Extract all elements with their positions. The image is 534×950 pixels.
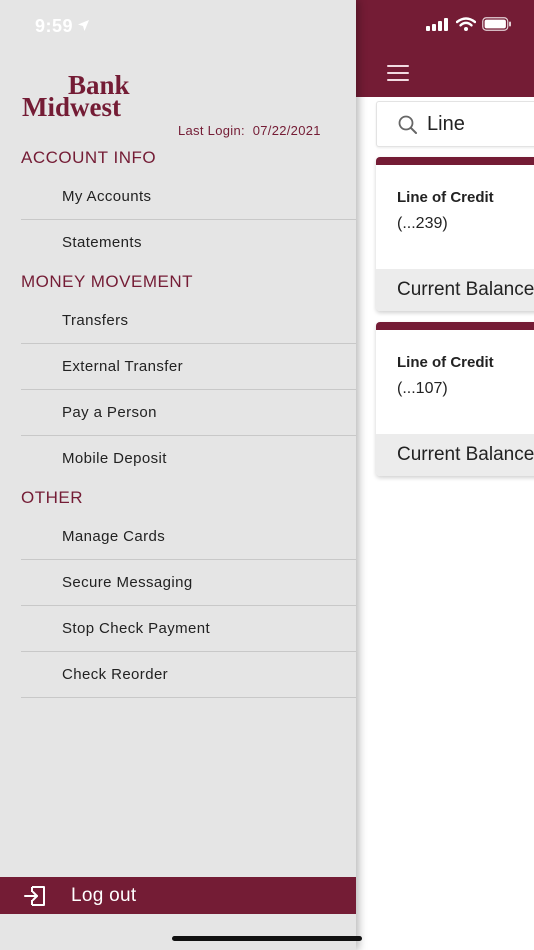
menu-item-label: Mobile Deposit [62, 450, 167, 467]
account-title: Line of Credit [397, 189, 494, 206]
menu-item-label: Manage Cards [62, 528, 166, 545]
section-money-movement: MONEY MOVEMENT [21, 272, 193, 291]
location-arrow-icon [78, 20, 90, 31]
logout-icon [24, 886, 45, 906]
menu-item-statements[interactable]: Statements [21, 220, 356, 266]
search-icon [398, 115, 417, 134]
menu-item-label: Secure Messaging [62, 574, 193, 591]
menu-item-secure-messaging[interactable]: Secure Messaging [21, 560, 356, 606]
main-panel: Line Line of Credit (...239) Current Bal… [356, 0, 534, 950]
menu-item-manage-cards[interactable]: Manage Cards [21, 514, 356, 560]
card-footer: Current Balance [376, 269, 534, 311]
menu-item-transfers[interactable]: Transfers [21, 298, 356, 344]
app-header [356, 0, 534, 97]
menu-item-external-transfer[interactable]: External Transfer [21, 344, 356, 390]
account-number: (...107) [397, 380, 448, 397]
status-icons [426, 17, 512, 31]
menu-item-my-accounts[interactable]: My Accounts [21, 174, 356, 220]
navigation-drawer: 9:59 Bank Midwest Last Login: 07/22/2021… [0, 0, 356, 950]
home-indicator[interactable] [172, 936, 362, 941]
section-other: OTHER [21, 488, 83, 507]
menu-icon[interactable] [387, 65, 409, 81]
balance-label: Current Balance [397, 279, 534, 300]
account-number: (...239) [397, 215, 448, 232]
menu-item-label: Statements [62, 234, 142, 251]
menu-item-label: External Transfer [62, 358, 184, 375]
card-footer: Current Balance [376, 434, 534, 476]
clock: 9:59 [35, 16, 74, 36]
section-account-info: ACCOUNT INFO [21, 148, 157, 167]
last-login: Last Login: 07/22/2021 [178, 123, 321, 138]
search-input-value[interactable]: Line [427, 113, 465, 136]
menu-item-label: Transfers [62, 312, 129, 329]
menu-item-pay-a-person[interactable]: Pay a Person [21, 390, 356, 436]
wifi-icon [456, 17, 476, 31]
divider [21, 697, 356, 698]
account-card[interactable]: Line of Credit (...239) Current Balance [376, 157, 534, 311]
bank-logo: Bank Midwest [22, 72, 162, 122]
balance-label: Current Balance [397, 444, 534, 465]
logout-label: Log out [71, 885, 137, 906]
account-title: Line of Credit [397, 354, 494, 371]
battery-icon [482, 17, 511, 31]
logo-line-2: Midwest [22, 92, 121, 122]
menu-item-stop-check-payment[interactable]: Stop Check Payment [21, 606, 356, 652]
last-login-date: 07/22/2021 [252, 123, 321, 138]
menu-item-label: My Accounts [62, 188, 152, 205]
signal-icon [426, 17, 448, 31]
account-card[interactable]: Line of Credit (...107) Current Balance [376, 322, 534, 476]
menu-item-check-reorder[interactable]: Check Reorder [21, 652, 356, 698]
search-field[interactable]: Line [376, 101, 534, 147]
menu-item-label: Check Reorder [62, 666, 169, 683]
menu-item-label: Pay a Person [62, 404, 157, 421]
logout-button[interactable]: Log out [0, 877, 356, 914]
last-login-label: Last Login: [178, 123, 245, 138]
status-time: 9:59 [35, 16, 90, 37]
menu-item-mobile-deposit[interactable]: Mobile Deposit [21, 436, 356, 482]
menu-item-label: Stop Check Payment [62, 620, 211, 637]
